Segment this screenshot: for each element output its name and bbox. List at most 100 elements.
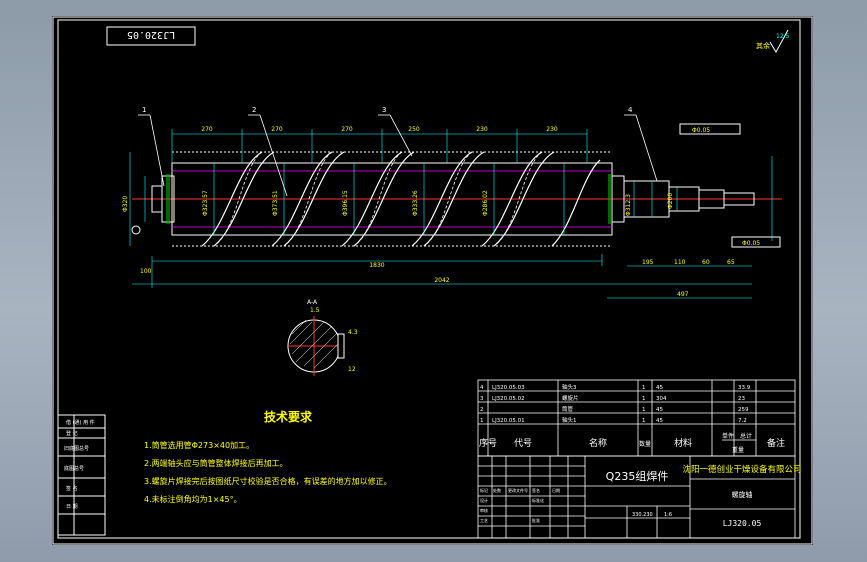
balloon-1: 1	[142, 106, 146, 114]
svg-text:筒管: 筒管	[562, 405, 574, 413]
svg-text:195: 195	[642, 259, 654, 266]
svg-text:审核: 审核	[480, 507, 488, 513]
svg-text:259: 259	[738, 407, 749, 413]
dim-top: 270	[271, 126, 283, 133]
svg-text:12.5: 12.5	[776, 33, 790, 40]
strip-label: 借 (通) 用 件	[66, 419, 95, 426]
balloon-4: 4	[628, 106, 633, 114]
svg-text:45: 45	[656, 385, 663, 391]
svg-text:标准化: 标准化	[532, 497, 544, 503]
svg-text:材料: 材料	[674, 437, 692, 449]
svg-text:Φ0.05: Φ0.05	[692, 127, 710, 134]
svg-text:65: 65	[727, 259, 735, 266]
svg-text:处数: 处数	[493, 487, 501, 493]
svg-text:4.3: 4.3	[348, 329, 358, 336]
svg-text:其余: 其余	[756, 41, 770, 50]
svg-text:LJ320.05.03: LJ320.05.03	[492, 385, 525, 391]
svg-text:23: 23	[738, 396, 745, 402]
svg-text:1830: 1830	[369, 262, 384, 269]
svg-text:Φ320: Φ320	[122, 196, 129, 212]
strip-label: 旧底图总号	[64, 445, 89, 452]
svg-text:序号: 序号	[479, 437, 497, 449]
material-label: Q235组焊件	[606, 469, 669, 483]
svg-text:Φ0.05: Φ0.05	[742, 240, 760, 247]
svg-text:12: 12	[348, 366, 356, 373]
svg-text:1: 1	[642, 407, 646, 413]
svg-text:名称: 名称	[589, 437, 607, 449]
technical-notes: 技术要求 1.筒管选用管Φ273×40加工。 2.两端轴头应与筒管整体焊接后再加…	[144, 409, 392, 504]
svg-text:轴头1: 轴头1	[562, 416, 577, 424]
screw-shaft-view: 270 270 270 250 230 230 Φ323.57 Φ373.51 …	[122, 106, 782, 299]
dim-top: 230	[546, 126, 558, 133]
svg-text:7.2: 7.2	[738, 418, 747, 424]
svg-text:LJ320.05.02: LJ320.05.02	[492, 396, 525, 402]
strip-label: 日 期	[66, 504, 78, 510]
strip-label: 底图总号	[64, 465, 84, 472]
svg-text:1.5: 1.5	[310, 307, 320, 314]
svg-text:螺旋片: 螺旋片	[562, 394, 579, 402]
svg-text:Φ323.57: Φ323.57	[202, 190, 209, 216]
svg-text:数量: 数量	[639, 440, 651, 448]
svg-text:工艺: 工艺	[480, 518, 488, 523]
drawing-sheet: LJ320.05 12.5 其余 借 (通) 用 件 登 记 旧底图总号 底图总…	[52, 16, 813, 545]
svg-text:100: 100	[140, 268, 152, 275]
svg-text:Φ286.02: Φ286.02	[482, 190, 489, 216]
svg-text:2: 2	[480, 407, 484, 413]
svg-text:304: 304	[656, 396, 667, 402]
svg-text:LJ320.05.01: LJ320.05.01	[492, 418, 525, 424]
section-a-a: A-A 1.5 4.3 12	[287, 299, 358, 376]
scale-value: 1:6	[664, 512, 672, 518]
left-strip: 借 (通) 用 件 登 记 旧底图总号 底图总号 签 名 日 期	[57, 414, 106, 536]
note-item: 1.筒管选用管Φ273×40加工。	[144, 440, 254, 450]
svg-text:日期: 日期	[552, 487, 560, 493]
svg-text:1: 1	[642, 418, 646, 424]
svg-text:60: 60	[702, 259, 710, 266]
svg-text:1: 1	[642, 396, 646, 402]
svg-text:1: 1	[480, 418, 484, 424]
svg-text:备注: 备注	[767, 437, 785, 449]
svg-text:A-A: A-A	[307, 299, 318, 306]
svg-text:总计: 总计	[740, 432, 752, 440]
part-name: 螺旋轴	[732, 490, 753, 499]
svg-text:Φ312.3: Φ312.3	[625, 194, 632, 216]
bom-rows: 4 LJ320.05.03 轴头3 1 45 33.9 3 LJ320.05.0…	[480, 383, 751, 424]
strip-label: 签 名	[66, 485, 78, 492]
svg-text:设计: 设计	[480, 497, 488, 503]
svg-text:更改文件号: 更改文件号	[508, 487, 528, 493]
svg-text:批准: 批准	[532, 517, 540, 523]
svg-text:3: 3	[480, 396, 484, 402]
balloon-3: 3	[382, 106, 386, 114]
dim-top: 250	[408, 126, 420, 133]
svg-text:代号: 代号	[514, 438, 532, 449]
svg-text:2042: 2042	[434, 277, 449, 284]
rotated-drawing-no: LJ320.05	[127, 29, 175, 40]
dim-top: 230	[476, 126, 488, 133]
svg-text:单件: 单件	[722, 432, 734, 440]
svg-text:110: 110	[674, 259, 686, 266]
svg-text:Φ396.15: Φ396.15	[342, 190, 349, 216]
weight-value: 330.230	[632, 512, 653, 518]
svg-text:重量: 重量	[732, 446, 744, 454]
svg-text:33.9: 33.9	[738, 385, 751, 391]
note-item: 4.未标注倒角均为1×45°。	[144, 494, 242, 504]
company-name: 沈阳一德创业干燥设备有限公司	[682, 464, 801, 475]
svg-text:Φ333.26: Φ333.26	[412, 190, 419, 216]
cad-drawing: LJ320.05 12.5 其余 借 (通) 用 件 登 记 旧底图总号 底图总…	[52, 16, 813, 545]
note-item: 3.螺旋片焊接完后按图纸尺寸校验是否合格，有误差的地方加以修正。	[144, 476, 392, 486]
svg-text:标记: 标记	[480, 487, 488, 493]
svg-text:1: 1	[642, 385, 646, 391]
svg-text:45: 45	[656, 407, 663, 413]
roughness-symbol: 12.5 其余	[756, 29, 790, 54]
strip-label: 登 记	[66, 430, 78, 437]
svg-text:轴头3: 轴头3	[562, 383, 577, 391]
svg-text:Φ200: Φ200	[667, 193, 674, 209]
notes-title: 技术要求	[264, 409, 313, 424]
svg-text:45: 45	[656, 418, 663, 424]
balloon-2: 2	[252, 106, 256, 114]
svg-text:497: 497	[677, 291, 689, 298]
dim-top: 270	[201, 126, 213, 133]
bom-headers: 序号 代号 名称 数量 材料 单件 总计 重量 备注	[479, 432, 785, 454]
dim-top: 270	[341, 126, 353, 133]
svg-text:4: 4	[480, 385, 484, 391]
note-item: 2.两端轴头应与筒管整体焊接后再加工。	[144, 458, 288, 468]
